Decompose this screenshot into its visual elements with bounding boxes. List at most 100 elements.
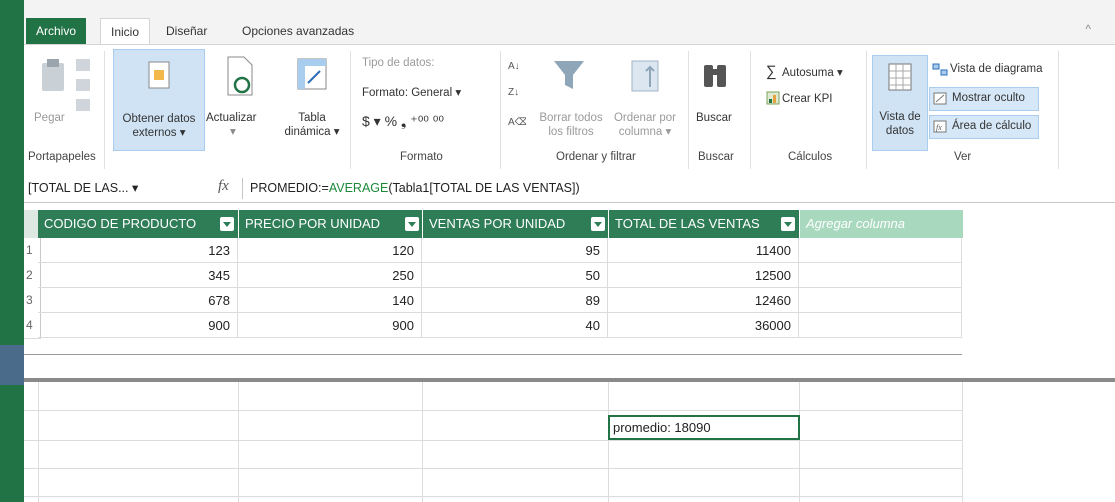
table-cell[interactable]: 95 xyxy=(422,238,608,263)
table-cell[interactable]: 250 xyxy=(238,263,422,288)
data-view-icon xyxy=(888,63,912,91)
show-hidden-toggle[interactable]: Mostrar oculto xyxy=(929,87,1039,111)
empty-cell[interactable] xyxy=(799,238,962,263)
group-label-portapapeles: Portapapeles xyxy=(28,151,96,163)
group-separator xyxy=(750,51,751,169)
data-type-select[interactable]: Tipo de datos: xyxy=(362,57,434,69)
tab-opciones-avanzadas[interactable]: Opciones avanzadas xyxy=(232,18,364,44)
svg-text:A⌫: A⌫ xyxy=(508,117,526,128)
paste-button[interactable]: Pegar xyxy=(34,111,65,125)
diagram-view-button[interactable]: Vista de diagrama xyxy=(950,63,1042,75)
empty-cell[interactable] xyxy=(799,288,962,313)
calculation-area-splitter[interactable] xyxy=(24,378,1115,382)
empty-cell[interactable] xyxy=(799,263,962,288)
pivot-table-line1[interactable]: Tabla xyxy=(290,111,334,125)
column-header-precio[interactable]: PRECIO POR UNIDAD xyxy=(238,210,423,238)
select-all-corner[interactable] xyxy=(24,210,38,238)
calc-grid-line xyxy=(24,496,962,497)
data-grid: CODIGO DE PRODUCTO PRECIO POR UNIDAD VEN… xyxy=(24,210,1115,502)
window-left-edge xyxy=(0,0,24,502)
filter-dropdown-icon[interactable] xyxy=(781,217,795,231)
add-column-label: Agregar columna xyxy=(806,216,905,231)
table-bottom-line xyxy=(24,354,962,355)
clear-filters-line2[interactable]: los filtros xyxy=(536,125,606,139)
data-view-line2: datos xyxy=(885,125,915,137)
data-view-line1: Vista de xyxy=(879,111,921,123)
table-cell[interactable]: 89 xyxy=(422,288,608,313)
clear-filters-icon xyxy=(554,61,584,89)
group-separator xyxy=(688,51,689,169)
number-format-buttons[interactable]: $ ▾ % ❟ ⁺⁰⁰ ⁰⁰ xyxy=(362,113,444,130)
format-select[interactable]: Formato: General ▾ xyxy=(362,85,461,99)
column-header-total[interactable]: TOTAL DE LAS VENTAS xyxy=(608,210,800,238)
column-header-label: CODIGO DE PRODUCTO xyxy=(44,216,197,231)
collapse-ribbon-icon[interactable]: ^ xyxy=(1085,22,1091,36)
add-column-header[interactable]: Agregar columna xyxy=(799,210,963,238)
tab-disenar[interactable]: Diseñar xyxy=(156,18,217,44)
svg-text:fx: fx xyxy=(936,123,942,132)
autosum-button[interactable]: Autosuma ▾ xyxy=(782,65,843,79)
group-label-formato: Formato xyxy=(400,151,443,163)
show-hidden-label: Mostrar oculto xyxy=(952,92,1025,104)
sort-by-column-line1[interactable]: Ordenar por xyxy=(610,111,680,125)
group-label-calculos: Cálculos xyxy=(788,151,833,163)
calc-grid-line xyxy=(799,382,800,502)
get-external-data-line2: externos ▾ xyxy=(132,127,186,139)
find-button[interactable]: Buscar xyxy=(696,111,732,125)
filter-dropdown-icon[interactable] xyxy=(591,217,605,231)
filter-dropdown-icon[interactable] xyxy=(220,217,234,231)
ribbon-tab-bar: Archivo Inicio Diseñar Opciones avanzada… xyxy=(24,0,1115,46)
formula-divider xyxy=(242,178,243,199)
tab-archivo[interactable]: Archivo xyxy=(26,18,87,44)
table-cell[interactable]: 12500 xyxy=(608,263,799,288)
table-cell[interactable]: 140 xyxy=(238,288,422,313)
refresh-dropdown-icon[interactable]: ▾ xyxy=(230,125,236,139)
formula-input[interactable]: PROMEDIO:=AVERAGE(Tabla1[TOTAL DE LAS VE… xyxy=(250,179,580,198)
column-header-label: TOTAL DE LAS VENTAS xyxy=(615,216,760,231)
table-cell[interactable]: 11400 xyxy=(608,238,799,263)
table-cell[interactable]: 40 xyxy=(422,313,608,338)
sort-by-column-icon xyxy=(631,60,659,92)
measure-cell-promedio[interactable]: promedio: 18090 xyxy=(608,415,800,440)
fx-icon[interactable]: fx xyxy=(218,178,229,195)
group-label-ver: Ver xyxy=(954,151,972,163)
table-cell[interactable]: 120 xyxy=(238,238,422,263)
external-data-icon xyxy=(148,61,170,89)
sort-by-column-line2[interactable]: columna ▾ xyxy=(610,125,680,139)
formula-function: AVERAGE xyxy=(328,181,389,195)
table-cell[interactable]: 345 xyxy=(38,263,238,288)
tab-inicio[interactable]: Inicio xyxy=(100,18,151,46)
diagram-view-icon xyxy=(932,63,948,76)
pivot-table-icon xyxy=(297,58,327,90)
name-box[interactable]: [TOTAL DE LAS... ▾ xyxy=(28,179,198,198)
table-cell[interactable]: 123 xyxy=(38,238,238,263)
filter-dropdown-icon[interactable] xyxy=(405,217,419,231)
calc-grid-line xyxy=(422,382,423,502)
create-kpi-button[interactable]: Crear KPI xyxy=(782,93,833,105)
table-cell[interactable]: 678 xyxy=(38,288,238,313)
table-cell[interactable]: 900 xyxy=(238,313,422,338)
data-view-button[interactable]: Vista de datos xyxy=(872,55,928,151)
show-hidden-icon xyxy=(933,92,947,105)
group-label-ordenar: Ordenar y filtrar xyxy=(556,151,636,163)
binoculars-icon xyxy=(704,65,726,87)
column-header-codigo[interactable]: CODIGO DE PRODUCTO xyxy=(38,210,238,238)
clear-filters-line1[interactable]: Borrar todos xyxy=(536,111,606,125)
pivot-table-line2[interactable]: dinámica ▾ xyxy=(282,125,342,139)
kpi-icon xyxy=(766,91,780,105)
column-header-ventas[interactable]: VENTAS POR UNIDAD xyxy=(422,210,609,238)
table-cell[interactable]: 50 xyxy=(422,263,608,288)
group-separator xyxy=(1058,51,1059,169)
get-external-data-button[interactable]: Obtener datos externos ▾ xyxy=(113,49,205,151)
column-header-label: VENTAS POR UNIDAD xyxy=(429,216,566,231)
table-cell[interactable]: 36000 xyxy=(608,313,799,338)
group-separator xyxy=(866,51,867,169)
empty-cell[interactable] xyxy=(799,313,962,338)
column-header-label: PRECIO POR UNIDAD xyxy=(245,216,381,231)
calculation-area-icon: fx xyxy=(933,120,947,133)
table-cell[interactable]: 900 xyxy=(38,313,238,338)
sigma-icon: ∑ xyxy=(766,63,777,80)
table-cell[interactable]: 12460 xyxy=(608,288,799,313)
calculation-area-toggle[interactable]: fx Área de cálculo xyxy=(929,115,1039,139)
refresh-button[interactable]: Actualizar xyxy=(206,111,257,125)
